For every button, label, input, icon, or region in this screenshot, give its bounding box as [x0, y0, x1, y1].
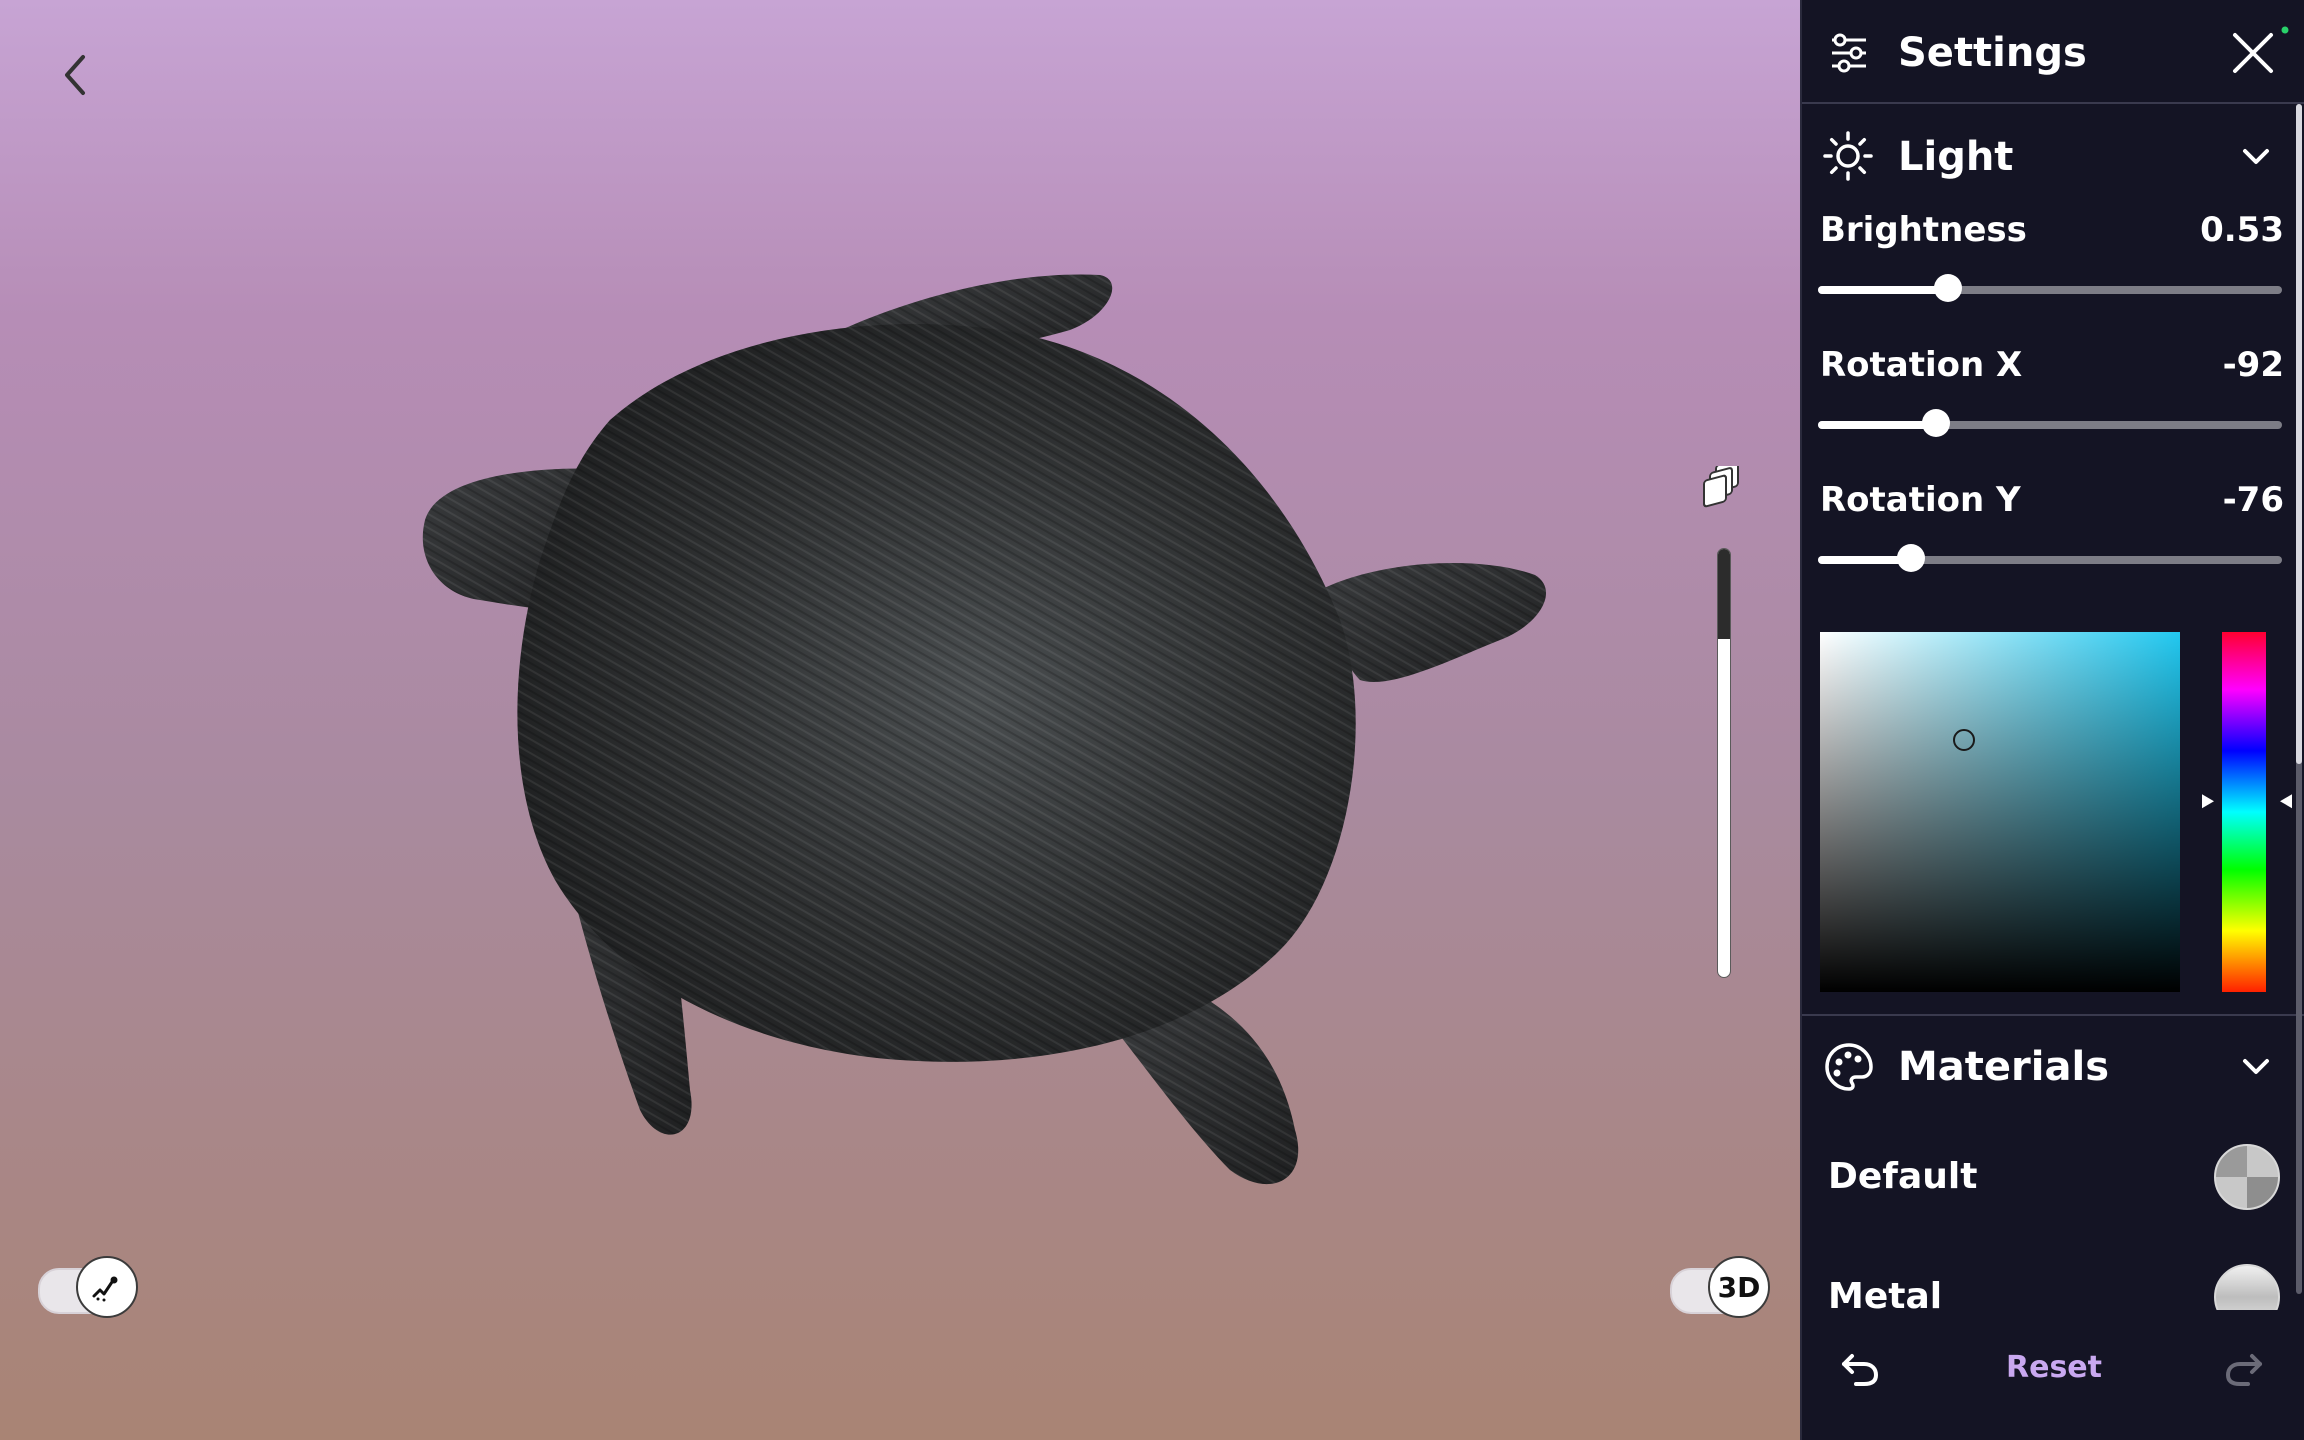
settings-title: Settings: [1898, 30, 2087, 76]
settings-panel: Settings Light Brightness 0.53 Rotation …: [1800, 0, 2304, 1440]
scribble-icon: [92, 1276, 118, 1302]
light-slider-track[interactable]: [1818, 274, 2282, 302]
material-label: Default: [1828, 1156, 1978, 1197]
section-divider: [1802, 1014, 2304, 1016]
material-item-metal[interactable]: Metal: [1802, 1250, 2304, 1310]
slider-fill: [1818, 286, 1948, 294]
turtle-model[interactable]: [0, 0, 1800, 1440]
light-slider-track[interactable]: [1818, 544, 2282, 572]
slider-thumb[interactable]: [1922, 409, 1951, 437]
color-picker-cursor[interactable]: [1953, 729, 1975, 751]
settings-footer: Reset: [1802, 1310, 2304, 1440]
material-label: Metal: [1828, 1276, 1943, 1310]
zoom-vertical-slider[interactable]: [1717, 548, 1731, 978]
material-swatch-metal: [2214, 1264, 2280, 1310]
slider-thumb[interactable]: [1896, 544, 1925, 572]
3d-mode-toggle[interactable]: 3D: [1670, 1256, 1770, 1318]
scrollbar-thumb[interactable]: [2296, 104, 2302, 764]
slider-value: -92: [2222, 345, 2284, 385]
color-saturation-value-picker[interactable]: [1820, 632, 2180, 992]
hue-marker-right: [2280, 794, 2292, 809]
palette-icon: [1822, 1040, 1876, 1094]
toggle-knob: [76, 1256, 138, 1318]
settings-header: Settings: [1802, 0, 2304, 104]
slider-fill: [1818, 421, 1937, 429]
redo-button[interactable]: [2216, 1340, 2272, 1396]
chevron-down-icon: [2238, 1048, 2274, 1084]
materials-section-header[interactable]: Materials: [1802, 1022, 2304, 1112]
sun-icon: [1822, 130, 1874, 182]
material-item-default[interactable]: Default: [1802, 1130, 2304, 1220]
sliders-icon: [1826, 30, 1872, 76]
material-swatch-default: [2214, 1144, 2280, 1210]
slider-value: 0.53: [2200, 210, 2284, 250]
3d-toggle-knob: 3D: [1708, 1256, 1770, 1318]
draw-mode-toggle[interactable]: [38, 1256, 138, 1318]
close-icon: [2233, 33, 2273, 73]
chevron-down-icon: [2238, 138, 2274, 174]
slider-label: Rotation Y: [1820, 480, 2021, 520]
slider-thumb[interactable]: [1933, 274, 1962, 302]
hue-marker-left: [2202, 794, 2214, 809]
slider-value: -76: [2222, 480, 2284, 520]
layers-icon: [1703, 459, 1739, 508]
3d-label: 3D: [1717, 1270, 1761, 1304]
3d-viewport[interactable]: 3D: [0, 0, 1800, 1440]
light-section-title: Light: [1898, 134, 2014, 180]
layers-button[interactable]: [1700, 459, 1746, 512]
hue-slider-markers[interactable]: [2202, 632, 2292, 992]
slider-label: Rotation X: [1820, 345, 2023, 385]
materials-list: Default Metal: [1802, 1130, 2304, 1310]
materials-section-title: Materials: [1898, 1044, 2109, 1090]
status-indicator-dot: [2281, 26, 2289, 34]
light-section-header[interactable]: Light: [1802, 112, 2304, 200]
redo-icon: [2225, 1354, 2262, 1386]
close-button[interactable]: [2226, 26, 2280, 80]
panel-scrollbar[interactable]: [2296, 104, 2302, 1294]
slider-label: Brightness: [1820, 210, 2027, 250]
light-slider-track[interactable]: [1818, 409, 2282, 437]
zoom-slider-fill: [1718, 549, 1730, 640]
